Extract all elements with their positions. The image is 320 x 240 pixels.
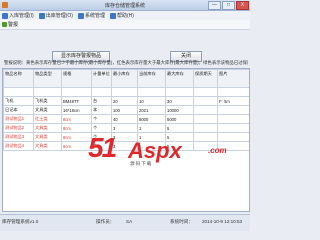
cell-min-stock [111,87,138,97]
watermark: 51 Aspx .com 源码下载 [88,132,228,166]
cell-spec: 8cm [61,132,92,142]
window-controls: — □ X [208,1,249,10]
header-unit[interactable]: 计量单位 [91,69,112,88]
cell-type: 飞机类 [33,96,62,106]
watermark-com: .com [208,146,227,155]
cell-min-stock: 20 [111,96,138,106]
cell-spec: 8cm [61,141,92,151]
cell-spec: BM48TT [61,96,92,106]
menu-inbound[interactable]: 入库管理(I) [2,12,34,19]
table-row[interactable]: 日记本 文具类 16*18cm 本 100 2021 10000 [3,105,249,115]
cell-type: 文具类 [33,141,62,151]
alarm-icon [2,22,7,27]
cell-name: 测试物品3 [3,132,34,142]
cell-image [217,114,249,124]
header-spec[interactable]: 规格 [61,69,92,88]
header-current-stock[interactable]: 当前库存 [137,69,166,88]
system-icon [77,12,84,19]
cell-spec: 8cm [61,114,92,124]
status-bar: 库存管理系统v1.0 操作员： SA 系统时间： 2014-10-9 12:10… [0,214,250,231]
cell-spec: 16*18cm [61,105,92,115]
cell-type [33,87,62,97]
cell-max-stock: 5000 [165,114,194,124]
action-bar: 显示库存警报物品 关闭 警报说明：黄色表示库存量已少于最小库存(最小库存量)，红… [0,30,250,65]
cell-spec: 8cm [61,123,92,133]
cell-shelf-life [193,114,218,124]
table-row[interactable]: 飞机 飞机类 BM48TT 台 20 10 30 F: \Im [3,96,249,106]
cell-name: 测试物品2 [3,123,34,133]
cell-name: 测试物品1 [3,114,34,124]
menu-help[interactable]: 帮助(H) [109,12,134,19]
header-image[interactable]: 图片 [217,69,249,88]
cell-unit: 台 [91,96,112,106]
alarm-toolbar-button[interactable]: 警报 [2,21,18,28]
cell-shelf-life [193,87,218,97]
header-min-stock[interactable]: 最小库存 [111,69,138,88]
cell-name: 日记本 [3,105,34,115]
outbound-icon [38,12,45,19]
cell-unit: 本 [91,105,112,115]
menu-system[interactable]: 系统管理 [77,12,105,19]
menu-outbound[interactable]: 出库管理(O) [38,12,73,19]
cell-type: 文具类 [33,105,62,115]
header-name[interactable]: 物品名称 [3,69,34,88]
cell-shelf-life [193,96,218,106]
cell-current-stock: 8000 [137,114,166,124]
cell-name [3,87,34,97]
cell-image: F: \Im [217,96,249,106]
cell-image [217,105,249,115]
cell-current-stock [137,87,166,97]
table-header: 物品名称 物品类型 规格 计量单位 最小库存 当前库存 最大库存 保质期天 图片 [3,69,249,88]
cell-min-stock: 40 [111,114,138,124]
status-time-label: 系统时间： [170,219,193,224]
menu-label: 入库管理(I) [9,13,34,19]
cell-type: 红土类 [33,114,62,124]
cell-max-stock: 10000 [165,105,194,115]
cell-unit [91,87,112,97]
alarm-toolbar-label: 警报 [8,22,19,28]
inbound-icon [2,12,8,19]
watermark-sub: 源码下载 [130,161,153,166]
menu-label: 出库管理(O) [45,13,73,19]
cell-type: 文具类 [33,123,62,133]
watermark-51: 51 [88,132,117,163]
table-row[interactable] [3,87,249,97]
alarm-notice: 警报说明：黄色表示库存量已少于最小库存(最小库存量)，红色表示库存量大于最大库存… [4,60,248,65]
title-bar: 库存仓储管理系统 — □ X [0,0,250,11]
status-time: 2014-10-9 12:10:53 [202,219,243,224]
minimize-button[interactable]: — [208,1,221,10]
cell-shelf-life [193,105,218,115]
header-max-stock[interactable]: 最大库存 [165,69,194,88]
cell-max-stock: 30 [165,96,194,106]
cell-type: 文具类 [33,132,62,142]
cell-current-stock: 10 [137,96,166,106]
menu-bar: 入库管理(I) 出库管理(O) 系统管理 帮助(H) [0,11,250,20]
close-window-button[interactable]: X [236,1,249,10]
toolbar: 警报 [0,20,250,30]
status-operator-label: 操作员： [96,219,115,224]
status-operator: SA [126,219,133,224]
cell-current-stock: 2021 [137,105,166,115]
maximize-button[interactable]: □ [222,1,235,10]
help-icon [109,12,116,19]
cell-name: 测试物品4 [3,141,34,151]
cell-image [217,87,249,97]
cell-max-stock [165,87,194,97]
cell-spec [61,87,92,97]
cell-unit: 个 [91,114,112,124]
cell-name: 飞机 [3,96,34,106]
menu-label: 系统管理 [84,13,105,19]
cell-min-stock: 100 [111,105,138,115]
header-type[interactable]: 物品类型 [33,69,62,88]
table-row[interactable]: 测试物品1 红土类 8cm 个 40 8000 5000 [3,114,249,124]
menu-label: 帮助(H) [116,13,134,19]
status-app: 库存管理系统v1.0 [2,219,39,224]
header-shelf-life[interactable]: 保质期天 [193,69,218,88]
